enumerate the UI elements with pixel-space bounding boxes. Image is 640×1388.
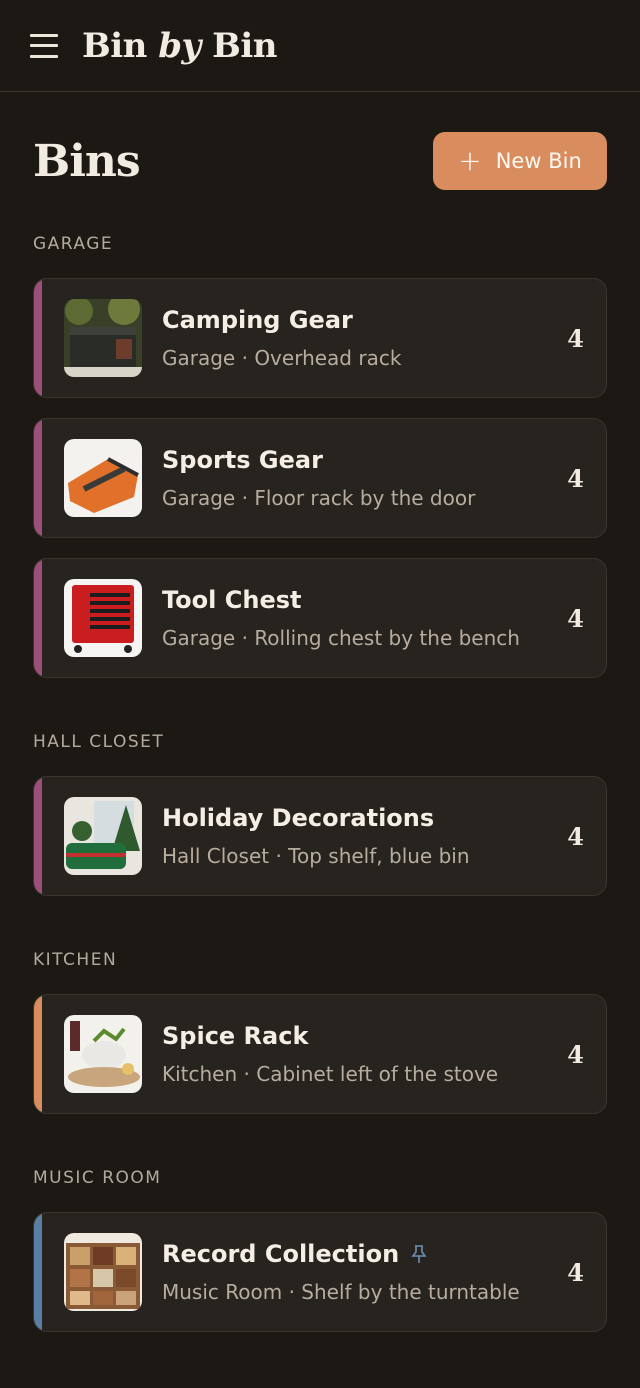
hamburger-menu-icon[interactable] xyxy=(30,33,58,58)
bin-location: Music Room · Shelf by the turntable xyxy=(162,1280,520,1304)
bin-card-record-collection[interactable]: Record Collection Music Room · Shelf by … xyxy=(33,1212,607,1332)
section-label-music-room: MUSIC ROOM xyxy=(33,1168,162,1188)
card-accent xyxy=(34,279,42,397)
new-bin-button-label: New Bin xyxy=(495,149,582,173)
page-header: Bins + New Bin xyxy=(0,132,640,190)
item-count: 4 xyxy=(567,323,584,353)
new-bin-button[interactable]: + New Bin xyxy=(433,132,607,190)
bin-title: Spice Rack xyxy=(162,1022,309,1050)
bin-title: Camping Gear xyxy=(162,306,353,334)
camping-gear-thumbnail xyxy=(64,299,142,377)
card-accent xyxy=(34,995,42,1113)
holiday-decorations-thumbnail xyxy=(64,797,142,875)
item-count: 4 xyxy=(567,603,584,633)
bin-title: Holiday Decorations xyxy=(162,804,435,832)
card-accent xyxy=(34,419,42,537)
section-label-kitchen: KITCHEN xyxy=(33,950,118,970)
sports-gear-thumbnail xyxy=(64,439,142,517)
top-bar: Bin by Bin xyxy=(0,0,640,92)
card-accent xyxy=(34,559,42,677)
bin-location: Garage · Overhead rack xyxy=(162,346,402,370)
section-label-hall-closet: HALL CLOSET xyxy=(33,732,165,752)
app-title: Bin by Bin xyxy=(82,25,277,66)
bin-card-spice-rack[interactable]: Spice Rack Kitchen · Cabinet left of the… xyxy=(33,994,607,1114)
bin-card-camping-gear[interactable]: Camping Gear Garage · Overhead rack 4 xyxy=(33,278,607,398)
bin-card-tool-chest[interactable]: Tool Chest Garage · Rolling chest by the… xyxy=(33,558,607,678)
item-count: 4 xyxy=(567,463,584,493)
page-title: Bins xyxy=(33,135,141,187)
tool-chest-thumbnail xyxy=(64,579,142,657)
bin-location: Garage · Floor rack by the door xyxy=(162,486,476,510)
item-count: 4 xyxy=(567,1039,584,1069)
spice-rack-thumbnail xyxy=(64,1015,142,1093)
bin-card-holiday-decorations[interactable]: Holiday Decorations Hall Closet · Top sh… xyxy=(33,776,607,896)
plus-icon: + xyxy=(458,144,482,177)
item-count: 4 xyxy=(567,821,584,851)
record-collection-thumbnail xyxy=(64,1233,142,1311)
bin-title: Sports Gear xyxy=(162,446,323,474)
bin-title: Tool Chest xyxy=(162,586,302,614)
bin-location: Hall Closet · Top shelf, blue bin xyxy=(162,844,470,868)
pin-icon[interactable] xyxy=(411,1244,427,1264)
bin-location: Garage · Rolling chest by the bench xyxy=(162,626,520,650)
section-label-garage: GARAGE xyxy=(33,234,114,254)
bin-location: Kitchen · Cabinet left of the stove xyxy=(162,1062,499,1086)
card-accent xyxy=(34,777,42,895)
item-count: 4 xyxy=(567,1257,584,1287)
bin-title: Record Collection xyxy=(162,1240,567,1268)
card-accent xyxy=(34,1213,42,1331)
bin-card-sports-gear[interactable]: Sports Gear Garage · Floor rack by the d… xyxy=(33,418,607,538)
